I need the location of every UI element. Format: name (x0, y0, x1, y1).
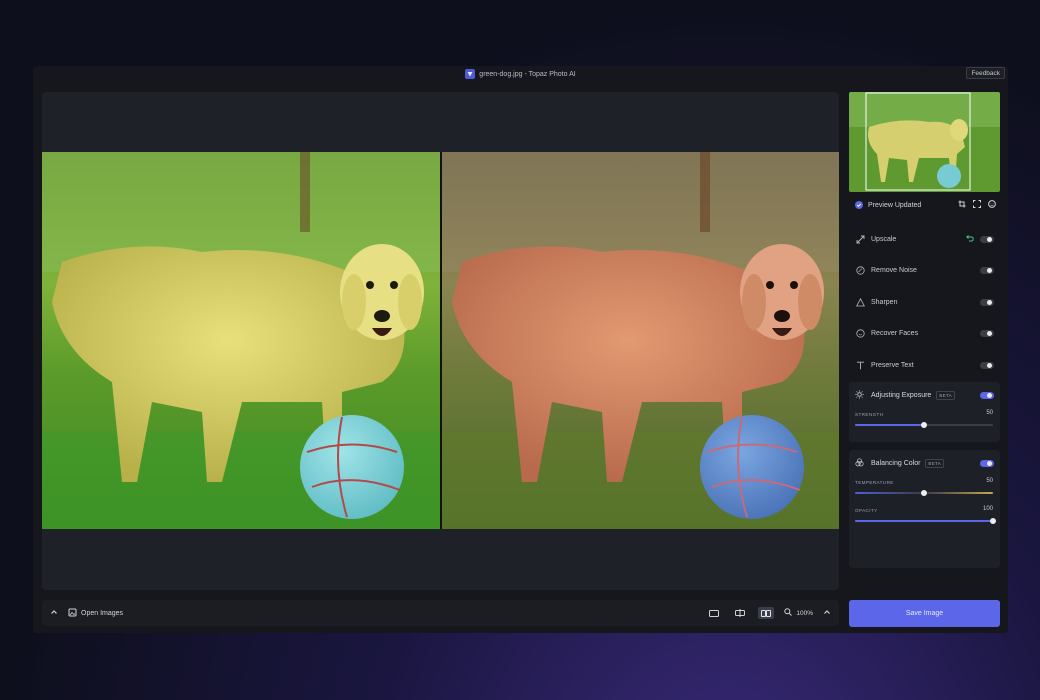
exposure-card: Adjusting Exposure BETA STRENGTH 50 (849, 382, 1000, 442)
beta-badge: BETA (925, 458, 945, 468)
topaz-logo-icon (465, 69, 476, 79)
upscale-toggle[interactable] (980, 235, 994, 243)
opacity-fill (855, 520, 993, 522)
model-label-sharpen: Sharpen (871, 298, 898, 306)
face-detect-icon[interactable] (988, 200, 996, 210)
temperature-track[interactable] (855, 490, 993, 496)
zoom-control[interactable]: 100% (784, 608, 813, 618)
model-label-upscale: Upscale (871, 235, 897, 243)
opacity-value: 100 (982, 506, 993, 512)
model-row-upscale[interactable]: Upscale (849, 228, 1000, 250)
image-canvas[interactable] (42, 92, 839, 590)
model-label-recover-faces: Recover Faces (871, 329, 919, 337)
sidebar: Preview Updated Upscale Remove Noise Sha… (849, 92, 1000, 632)
model-label-remove-noise: Remove Noise (871, 266, 917, 274)
side-by-side-view-button[interactable] (758, 607, 775, 619)
triangle-icon (855, 297, 865, 307)
fullscreen-icon[interactable] (973, 200, 981, 210)
balancing-color-toggle[interactable] (980, 459, 994, 467)
preview-status-row: Preview Updated (855, 198, 996, 212)
temperature-label: TEMPERATURE (855, 480, 894, 485)
zoom-level: 100% (796, 609, 813, 617)
feedback-button[interactable]: Feedback (966, 67, 1005, 79)
sharpen-toggle[interactable] (980, 298, 994, 306)
original-image (42, 152, 440, 529)
opacity-slider[interactable]: OPACITY 100 (849, 504, 1000, 532)
exposure-header[interactable]: Adjusting Exposure BETA (849, 382, 1000, 408)
split-view-button[interactable] (732, 607, 748, 619)
save-image-button[interactable]: Save Image (849, 600, 1000, 627)
strength-value: 50 (986, 410, 993, 416)
open-images-label: Open Images (81, 609, 124, 617)
resize-diagonal-icon (855, 234, 865, 244)
remove-noise-toggle[interactable] (980, 266, 994, 274)
model-label-preserve-text: Preserve Text (871, 361, 914, 369)
undo-icon[interactable] (966, 234, 974, 244)
temperature-slider[interactable]: TEMPERATURE 50 (849, 476, 1000, 504)
balancing-color-label: Balancing Color (871, 459, 921, 467)
model-row-preserve-text[interactable]: Preserve Text (849, 354, 1000, 376)
navigator-thumbnail[interactable] (849, 92, 1000, 192)
processed-image (442, 152, 839, 529)
balancing-color-header[interactable]: Balancing Color BETA (849, 450, 1000, 476)
chevron-up-icon[interactable] (823, 608, 831, 618)
text-icon (855, 360, 865, 370)
strength-fill (855, 424, 924, 426)
model-row-sharpen[interactable]: Sharpen (849, 291, 1000, 313)
exposure-toggle[interactable] (980, 391, 994, 399)
opacity-knob[interactable] (990, 518, 996, 524)
bottom-toolbar: Open Images 100% (42, 600, 839, 626)
strength-label: STRENGTH (855, 412, 884, 417)
window-title: green-dog.jpg - Topaz Photo AI (479, 70, 576, 78)
preview-status: Preview Updated (868, 201, 922, 209)
check-circle-icon (855, 201, 863, 209)
temperature-knob[interactable] (921, 490, 927, 496)
image-icon (68, 608, 77, 619)
zoom-icon (784, 608, 793, 618)
chevron-up-icon[interactable] (50, 608, 58, 618)
beta-badge: BETA (936, 390, 955, 400)
recover-faces-toggle[interactable] (980, 329, 994, 337)
preserve-text-toggle[interactable] (980, 361, 994, 369)
temperature-value: 50 (986, 478, 993, 484)
model-row-recover-faces[interactable]: Recover Faces (849, 322, 1000, 344)
opacity-label: OPACITY (855, 508, 878, 513)
sun-icon (855, 389, 865, 401)
opacity-track[interactable] (855, 518, 996, 524)
model-row-remove-noise[interactable]: Remove Noise (849, 259, 1000, 281)
app-window: green-dog.jpg - Topaz Photo AI Feedback (33, 66, 1008, 633)
noise-icon (855, 265, 865, 275)
open-images-button[interactable]: Open Images (68, 608, 123, 619)
single-view-button[interactable] (706, 607, 722, 619)
color-circles-icon (855, 457, 865, 469)
crop-icon[interactable] (958, 200, 966, 210)
face-icon (855, 328, 865, 338)
strength-track[interactable] (855, 422, 993, 428)
exposure-label: Adjusting Exposure (871, 391, 932, 399)
strength-slider[interactable]: STRENGTH 50 (849, 408, 1000, 436)
balancing-color-card: Balancing Color BETA TEMPERATURE 50 OPAC… (849, 450, 1000, 568)
title-bar: green-dog.jpg - Topaz Photo AI Feedback (33, 66, 1008, 82)
strength-knob[interactable] (921, 422, 927, 428)
